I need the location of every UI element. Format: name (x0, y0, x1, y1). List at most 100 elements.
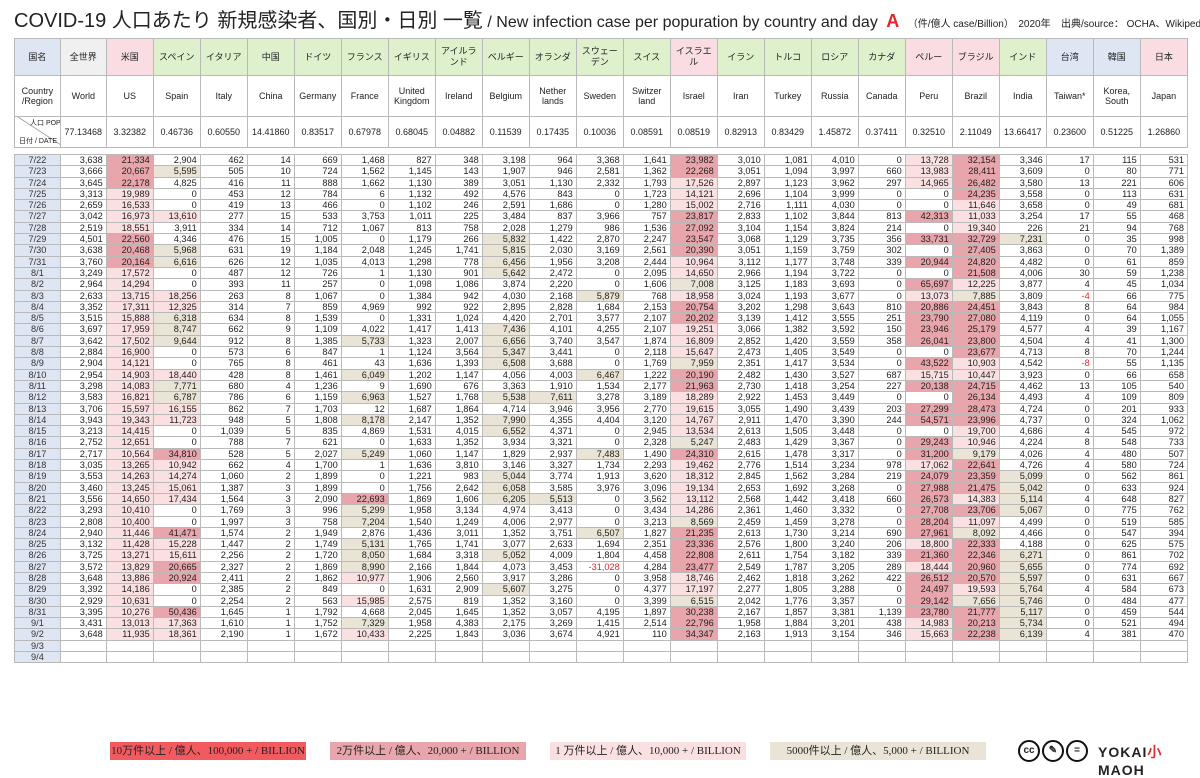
value-cell: 32,729 (951, 233, 1000, 246)
table-row: 8/4 3,352 17,311 12,325 314 7 859 4,969 992 922 2,… (14, 300, 1189, 314)
spacer-cell (905, 147, 953, 155)
header-country-en: Nether lands (528, 75, 577, 117)
value-cell: 4 (1045, 334, 1094, 348)
value-cell: 1,899 (293, 481, 342, 494)
value-cell: 10,942 (152, 459, 201, 472)
value-cell: 6 (340, 187, 389, 201)
value-cell: 14,650 (105, 492, 154, 506)
value-cell: 3 (246, 515, 295, 528)
value-cell: 2,642 (434, 481, 483, 494)
value-cell: 2,444 (622, 255, 671, 268)
value-cell: 21,777 (951, 605, 1000, 619)
value-cell: 2,042 (716, 594, 765, 607)
value-cell: 3,549 (810, 346, 859, 359)
value-cell: 5,597 (998, 571, 1047, 585)
value-cell: 1,429 (763, 436, 812, 449)
value-cell: 3,368 (575, 153, 624, 167)
value-cell: 8 (1045, 300, 1094, 314)
date-cell: 7/22 (14, 153, 61, 167)
header-country-jp: フランス (340, 38, 389, 76)
value-cell: 712 (293, 221, 342, 235)
value-cell: 2,175 (481, 617, 530, 630)
date-cell: 8/6 (14, 323, 61, 336)
value-cell: 6,205 (481, 492, 530, 506)
value-cell (1092, 639, 1141, 653)
value-cell: 3,439 (810, 402, 859, 415)
value-cell: 23,800 (951, 334, 1000, 348)
value-cell: 14,286 (669, 504, 718, 517)
value-cell: 0 (1045, 368, 1094, 381)
value-cell: 4,015 (434, 425, 483, 438)
value-cell: 1,109 (293, 323, 342, 336)
date-cell: 8/12 (14, 391, 61, 404)
value-cell: 1,184 (293, 244, 342, 257)
value-cell: 1 (246, 628, 295, 641)
value-cell: 2,519 (59, 221, 107, 235)
header-country-jp: ロシア (810, 38, 859, 76)
value-cell: 17,434 (152, 492, 201, 506)
value-cell: 23,336 (669, 538, 718, 551)
date-cell: 8/2 (14, 278, 61, 291)
value-cell: 3,934 (481, 436, 530, 449)
value-cell: 15,061 (152, 481, 201, 494)
value-cell: 0 (904, 199, 953, 212)
date-cell: 8/5 (14, 312, 61, 325)
title-unit: （件/億人 case/Billion） (907, 19, 1014, 30)
value-cell: 3,096 (622, 481, 671, 494)
value-cell: 24,451 (951, 300, 1000, 314)
value-cell: 0 (575, 425, 624, 438)
value-cell: 1,958 (387, 617, 436, 630)
header-country-en: Spain (152, 75, 201, 117)
value-cell: 1,562 (763, 470, 812, 483)
value-cell: 41,471 (152, 526, 201, 540)
value-cell: 15,715 (904, 368, 953, 381)
value-cell: 21,475 (951, 481, 1000, 494)
value-cell: 324 (1092, 413, 1141, 427)
header-country-jp: 韓国 (1092, 38, 1141, 76)
value-cell: 1,792 (293, 605, 342, 619)
value-cell: 4 (1045, 323, 1094, 336)
value-cell: 4 (1045, 278, 1094, 291)
value-cell: 901 (434, 266, 483, 280)
value-cell: 0 (340, 312, 389, 325)
value-cell: 17,572 (105, 266, 154, 280)
population-cell: 0.68045 (387, 116, 436, 148)
value-cell (951, 651, 1000, 664)
value-cell (528, 639, 577, 653)
value-cell: 22,346 (951, 549, 1000, 562)
value-cell: 8,050 (340, 549, 389, 562)
value-cell: 3,036 (481, 628, 530, 641)
value-cell: 1,352 (481, 594, 530, 607)
value-cell: 3,748 (810, 255, 859, 268)
value-cell: 3,583 (59, 391, 107, 404)
value-cell: 2,633 (59, 289, 107, 302)
date-cell: 8/20 (14, 481, 61, 494)
value-cell: 660 (857, 165, 906, 178)
value-cell: 113 (1092, 187, 1141, 201)
value-cell: 0 (857, 391, 906, 404)
value-cell: 0 (1045, 594, 1094, 607)
value-cell: 10,977 (340, 571, 389, 585)
spacer-cell (247, 147, 295, 155)
value-cell: 1,562 (340, 165, 389, 178)
value-cell: 3,460 (59, 481, 107, 494)
value-cell: 1,949 (293, 526, 342, 540)
value-cell: 827 (387, 153, 436, 167)
value-cell: 9 (246, 323, 295, 336)
value-cell: 3,249 (59, 266, 107, 280)
header-country-jp: 全世界 (59, 38, 107, 76)
value-cell: 1,094 (763, 165, 812, 178)
table-row: 8/8 2,884 16,900 0 573 6 847 1 1,124 3,564 5,347 3,… (14, 346, 1189, 359)
value-cell: 20,960 (951, 560, 1000, 573)
value-cell: 3,057 (528, 605, 577, 619)
header-country-jp: スイス (622, 38, 671, 76)
value-cell: 0 (340, 481, 389, 494)
value-cell: 14,983 (904, 617, 953, 630)
value-cell: 0 (857, 481, 906, 494)
value-cell: 3,234 (810, 459, 859, 472)
value-cell: 2,256 (199, 549, 248, 562)
value-cell: 3,275 (528, 583, 577, 596)
value-cell: 1,300 (1139, 334, 1189, 348)
header-country-en: Ireland (434, 75, 483, 117)
value-cell: 1,459 (763, 515, 812, 528)
